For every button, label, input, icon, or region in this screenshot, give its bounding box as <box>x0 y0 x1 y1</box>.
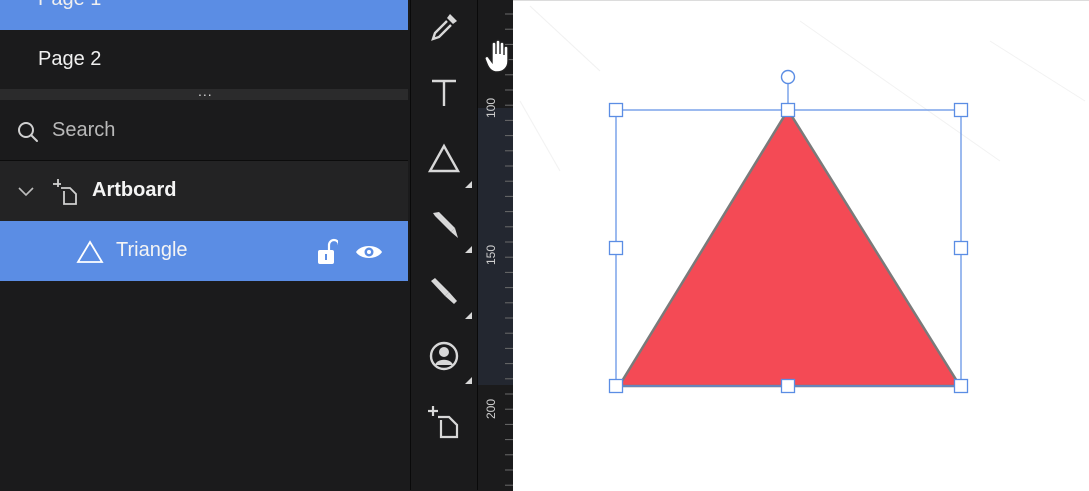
panel-resize-handle[interactable]: ... <box>0 83 408 100</box>
page-label: Page 1 <box>38 0 101 11</box>
avatar-tool-icon[interactable] <box>427 339 461 373</box>
layer-row-artboard[interactable]: Artboard <box>0 161 408 221</box>
search-input[interactable] <box>52 116 372 144</box>
search-icon <box>18 122 38 142</box>
knife-tool-icon[interactable] <box>427 273 461 307</box>
layer-label: Artboard <box>92 179 177 201</box>
resize-handle[interactable] <box>608 240 624 256</box>
ruler-label-100: 100 <box>484 97 498 118</box>
eyedropper-icon[interactable] <box>427 10 461 44</box>
canvas[interactable] <box>513 0 1089 491</box>
artboard-icon <box>53 179 77 205</box>
resize-handle[interactable] <box>953 378 969 394</box>
submenu-indicator <box>465 246 472 253</box>
text-tool-icon[interactable] <box>427 76 461 110</box>
resize-handle[interactable] <box>780 378 796 394</box>
tool-palette <box>410 0 477 490</box>
triangle-tool-icon[interactable] <box>427 142 461 176</box>
hand-cursor-icon <box>484 39 509 73</box>
ruler-label-200: 200 <box>484 398 498 419</box>
layer-search <box>0 100 408 161</box>
artboard-tool-icon[interactable] <box>427 405 461 439</box>
layer-label: Triangle <box>116 239 188 261</box>
chevron-down-icon[interactable] <box>16 183 36 199</box>
submenu-indicator <box>465 181 472 188</box>
resize-handle[interactable] <box>780 102 796 118</box>
canvas-drawing <box>519 5 1086 394</box>
layers-panel: Page 1 Page 2 ... Artboard Triangle <box>0 0 408 490</box>
submenu-indicator <box>465 377 472 384</box>
page-item-page-1[interactable]: Page 1 <box>0 0 408 30</box>
pen-tool-icon[interactable] <box>427 207 461 241</box>
submenu-indicator <box>465 312 472 319</box>
page-label: Page 2 <box>38 48 102 70</box>
unlock-icon[interactable] <box>316 238 338 266</box>
layer-row-triangle[interactable]: Triangle <box>0 221 408 281</box>
triangle-shape[interactable] <box>616 107 963 388</box>
page-item-page-2[interactable]: Page 2 <box>0 30 408 90</box>
resize-handle[interactable] <box>608 378 624 394</box>
triangle-layer-icon <box>76 240 104 263</box>
resize-handle[interactable] <box>953 102 969 118</box>
resize-handle-dots: ... <box>198 83 213 99</box>
rotate-handle[interactable] <box>780 69 796 85</box>
resize-handle[interactable] <box>953 240 969 256</box>
eye-icon[interactable] <box>354 241 384 263</box>
resize-handle[interactable] <box>608 102 624 118</box>
ruler-label-150: 150 <box>484 244 498 265</box>
